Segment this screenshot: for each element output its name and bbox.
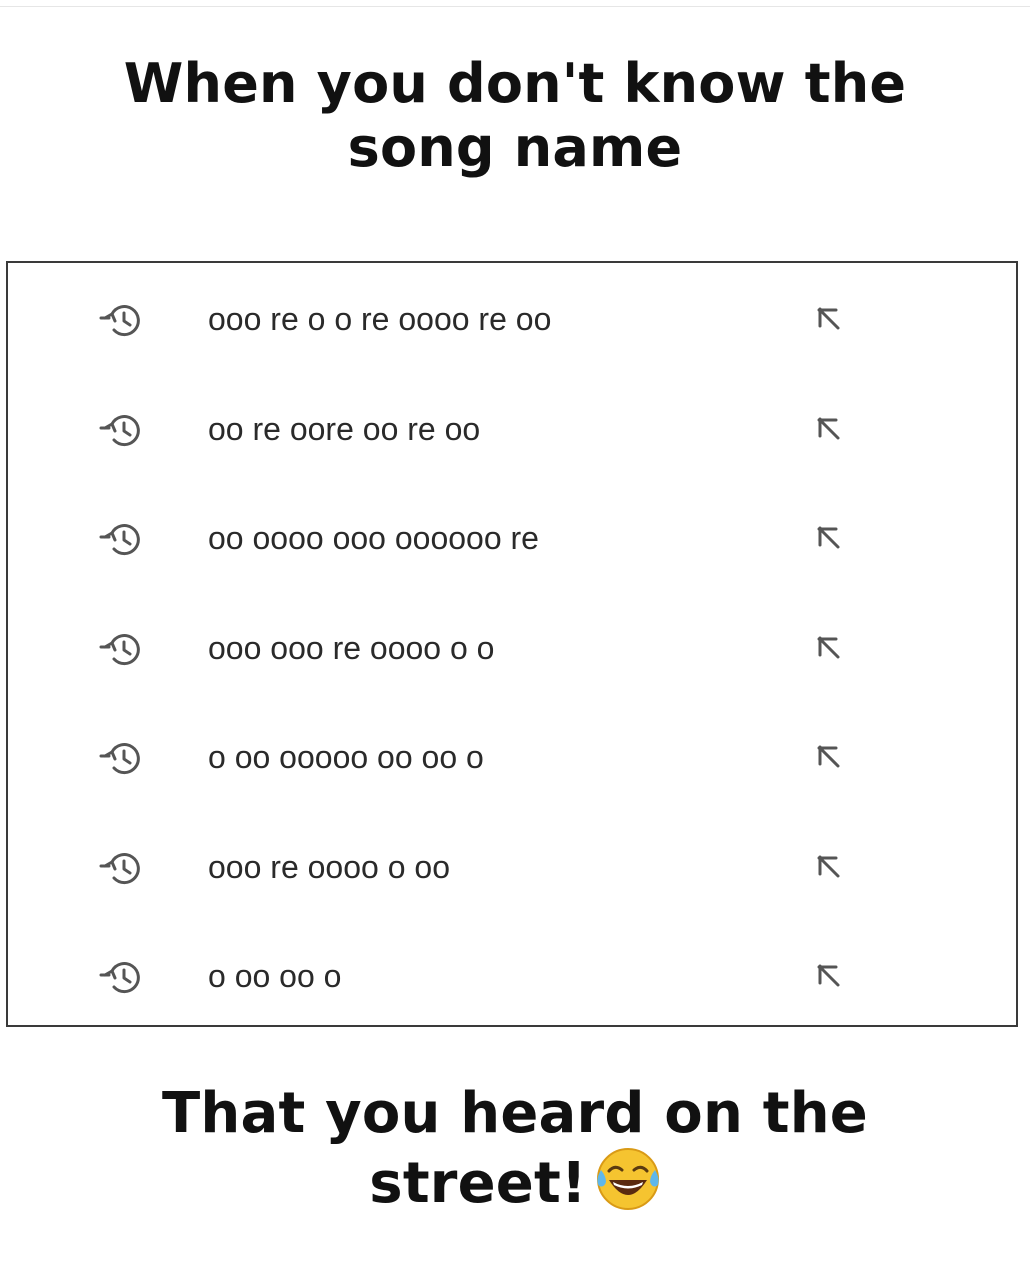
history-icon — [98, 738, 150, 778]
fill-query-arrow-icon[interactable] — [814, 633, 844, 663]
caption-bottom-text: That you heard on the street! — [162, 1081, 868, 1216]
caption-top: When you don't know the song name — [123, 52, 907, 179]
history-query-text: ooo re o o re oooo re oo — [208, 301, 552, 337]
history-item-2[interactable]: oo re oore oo re oo — [8, 400, 1016, 456]
fill-query-arrow-icon[interactable] — [814, 414, 844, 444]
history-item-5[interactable]: o oo ooooo oo oo o — [8, 728, 1016, 784]
history-item-1[interactable]: ooo re o o re oooo re oo — [8, 290, 1016, 346]
history-query-text: ooo ooo re oooo o o — [208, 629, 495, 666]
fill-query-arrow-icon[interactable] — [814, 961, 844, 991]
fill-query-arrow-icon[interactable] — [814, 852, 844, 882]
history-item-3[interactable]: oo oooo ooo oooooo re — [8, 509, 1016, 565]
history-icon — [98, 300, 150, 340]
fill-query-arrow-icon[interactable] — [814, 304, 844, 334]
search-history-panel: ooo re o o re oooo re oo oo re oore oo r… — [6, 261, 1018, 1027]
history-item-6[interactable]: ooo re oooo o oo — [8, 838, 1016, 894]
history-query-text: o oo oo o — [208, 958, 342, 994]
history-icon — [98, 957, 150, 997]
history-query-text: ooo re oooo o oo — [208, 848, 450, 885]
history-query-text: o oo ooooo oo oo o — [208, 739, 484, 775]
face-with-tears-of-joy-icon — [595, 1146, 661, 1226]
fill-query-arrow-icon[interactable] — [814, 742, 844, 772]
history-item-4[interactable]: ooo ooo re oooo o o — [8, 619, 1016, 675]
history-icon — [98, 848, 150, 888]
caption-bottom: That you heard on the street! — [60, 1082, 970, 1226]
history-query-text: oo re oore oo re oo — [208, 410, 481, 447]
top-divider — [0, 6, 1030, 7]
history-query-text: oo oooo ooo oooooo re — [208, 520, 539, 556]
history-item-7[interactable]: o oo oo o — [8, 947, 1016, 1003]
history-icon — [98, 410, 150, 450]
history-icon — [98, 519, 150, 559]
fill-query-arrow-icon[interactable] — [814, 523, 844, 553]
history-icon — [98, 629, 150, 669]
